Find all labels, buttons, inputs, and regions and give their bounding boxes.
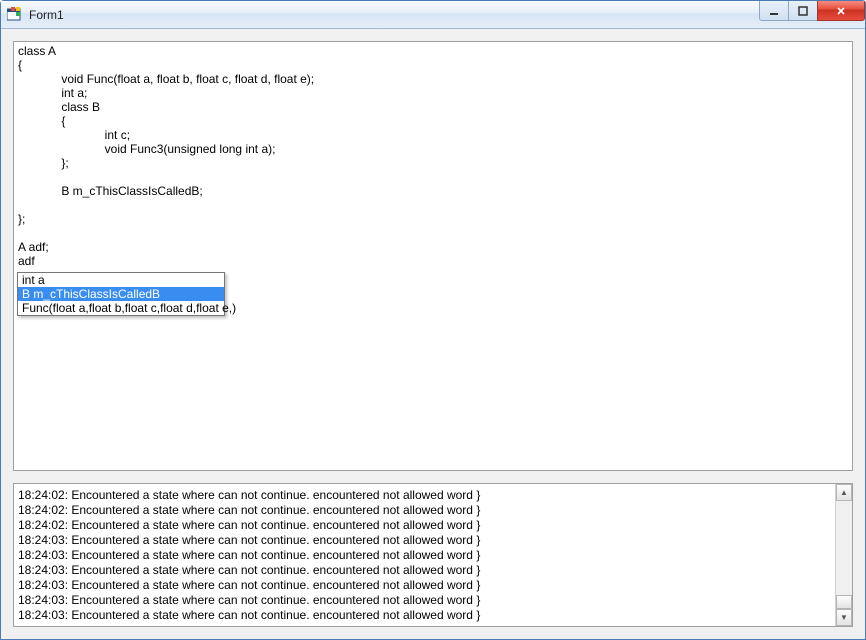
autocomplete-item[interactable]: Func(float a,float b,float c,float d,flo…: [18, 301, 224, 315]
form-icon: [7, 7, 23, 23]
form-window: Form1 class A { void Func(float a, float…: [0, 0, 866, 640]
window-title: Form1: [29, 8, 64, 22]
log-panel[interactable]: 18:24:02: Encountered a state where can …: [13, 483, 853, 627]
autocomplete-item[interactable]: int a: [18, 273, 224, 287]
scroll-thumb[interactable]: [836, 595, 852, 609]
log-lines: 18:24:02: Encountered a state where can …: [18, 488, 846, 623]
scroll-up-icon[interactable]: ▲: [836, 484, 852, 501]
code-text: class A { void Func(float a, float b, fl…: [18, 44, 314, 268]
minimize-button[interactable]: [759, 1, 789, 21]
scroll-down-icon[interactable]: ▼: [836, 609, 852, 626]
client-area: class A { void Func(float a, float b, fl…: [1, 29, 865, 639]
scroll-track[interactable]: [836, 501, 852, 595]
window-controls: [760, 1, 865, 21]
code-editor[interactable]: class A { void Func(float a, float b, fl…: [13, 41, 853, 471]
autocomplete-item[interactable]: B m_cThisClassIsCalledB: [18, 287, 224, 301]
autocomplete-popup[interactable]: int aB m_cThisClassIsCalledBFunc(float a…: [17, 272, 225, 316]
close-button[interactable]: [817, 1, 865, 21]
maximize-button[interactable]: [788, 1, 818, 21]
titlebar[interactable]: Form1: [1, 1, 865, 29]
log-scrollbar[interactable]: ▲ ▼: [835, 484, 852, 626]
